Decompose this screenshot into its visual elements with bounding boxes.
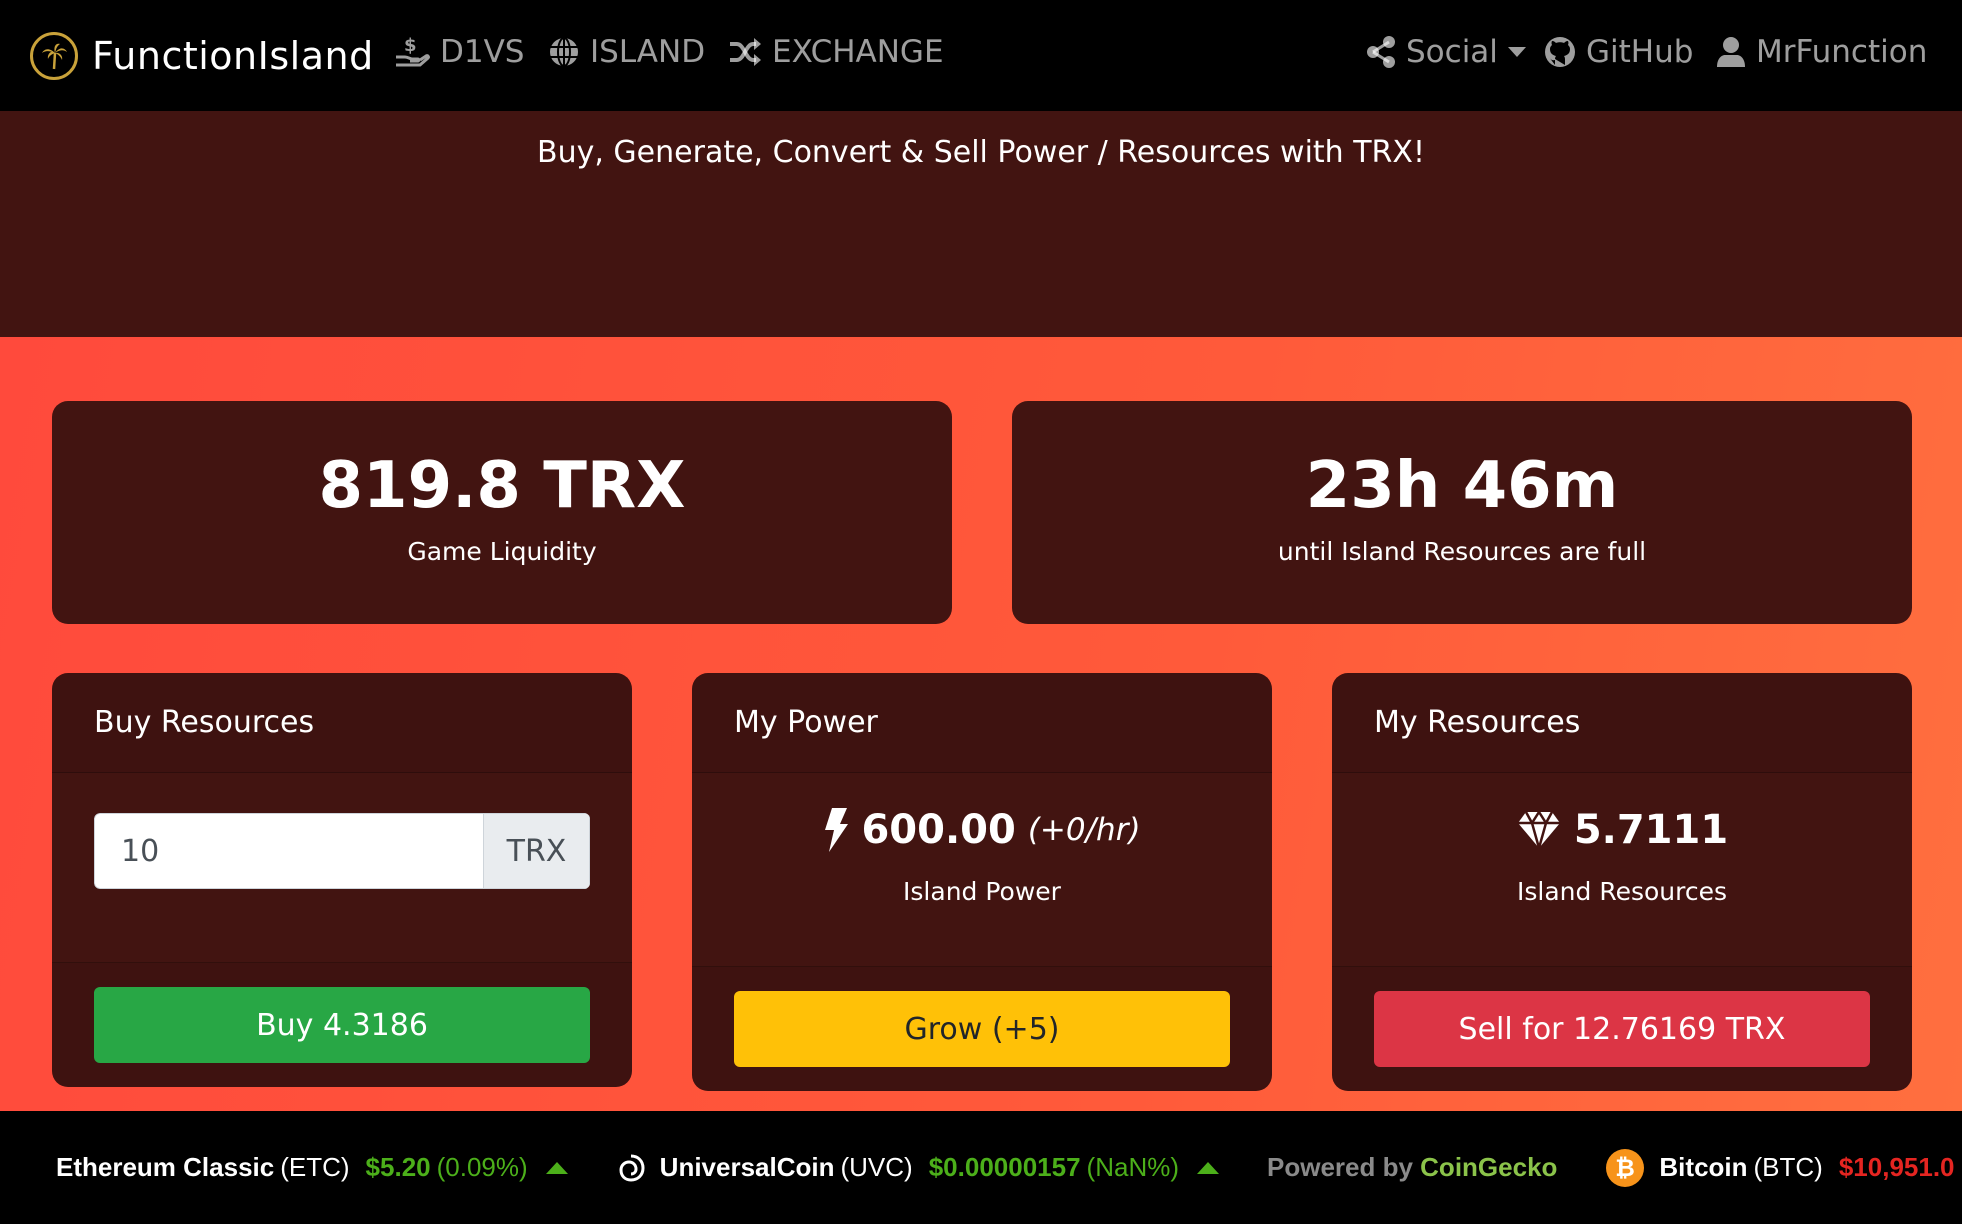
main-content: 819.8 TRX Game Liquidity 23h 46m until I… [0,337,1962,1111]
coin-name: Bitcoin [1659,1152,1748,1182]
hero-banner: Buy, Generate, Convert & Sell Power / Re… [0,111,1962,337]
hero-tagline: Buy, Generate, Convert & Sell Power / Re… [537,135,1425,170]
arrow-up-icon [545,1161,568,1174]
svg-text:$: $ [404,35,417,56]
nav-link-exchange[interactable]: EXCHANGE [728,34,944,70]
nav-link-github[interactable]: GitHub [1544,34,1693,70]
coin-change: (NaN%) [1086,1152,1179,1182]
sell-button[interactable]: Sell for 12.76169 TRX [1374,991,1870,1067]
nav-link-label: ISLAND [590,34,706,70]
power-value: 600.00 [861,807,1016,853]
my-resources-panel: My Resources 5.7111 Island Resources Sel… [1332,673,1912,1091]
resources-timer-label: until Island Resources are full [1277,537,1647,566]
nav-dropdown-social[interactable]: Social [1366,34,1526,70]
power-rate: (+0/hr) [1027,812,1141,848]
nav-link-user[interactable]: MrFunction [1716,34,1927,70]
game-liquidity-card: 819.8 TRX Game Liquidity [52,401,952,624]
chevron-down-icon [1507,47,1526,57]
nav-link-label: Social [1406,34,1498,70]
trx-unit-addon: TRX [484,813,590,889]
my-power-panel: My Power 600.00 (+0/hr) Island Power Gro… [692,673,1272,1091]
hand-dollar-icon: $ [396,35,430,67]
power-metric: 600.00 (+0/hr) Island Power [692,807,1272,906]
powered-prefix: Powered by [1267,1152,1421,1182]
nav-link-label: MrFunction [1756,34,1928,70]
nav-link-label: GitHub [1586,34,1694,70]
powered-by-coingecko[interactable]: Powered by CoinGecko [1267,1152,1557,1183]
ticker-item[interactable]: Ethereum Classic (ETC) $5.20 (0.09%) [56,1152,568,1183]
shuffle-icon [730,38,761,66]
palm-tree-logo-icon [30,32,78,80]
coin-name: UniversalCoin [659,1152,835,1182]
brand-link[interactable]: FunctionIsland [30,32,374,80]
trx-amount-group: 10 TRX [94,813,590,889]
coin-price: $10,951.0 [1838,1152,1955,1182]
buy-resources-panel: Buy Resources 10 TRX Buy 4.3186 [52,673,632,1087]
coin-change: (0.09%) [436,1152,528,1182]
ticker-item[interactable]: ₿ Bitcoin (BTC) $10,951.0 [1605,1148,1955,1188]
ticker-track: Ethereum Classic (ETC) $5.20 (0.09%) Uni… [56,1111,1962,1224]
game-liquidity-label: Game Liquidity [407,537,597,566]
github-icon [1545,37,1575,67]
game-liquidity-value: 819.8 TRX [318,449,686,523]
bolt-icon [825,808,849,852]
nav-link-d1vs[interactable]: $ D1VS [394,34,524,70]
coin-price: $5.20 [365,1152,431,1182]
panel-title: Buy Resources [52,673,632,773]
globe-icon [550,37,578,67]
price-ticker: Ethereum Classic (ETC) $5.20 (0.09%) Uni… [0,1111,1962,1224]
coin-price: $0.00000157 [928,1152,1081,1182]
arrow-up-icon [1197,1161,1219,1174]
resources-metric: 5.7111 Island Resources [1332,807,1912,906]
ticker-item[interactable]: UniversalCoin (UVC) $0.00000157 (NaN%) [616,1152,1219,1184]
trx-amount-input[interactable]: 10 [94,813,484,889]
resources-value: 5.7111 [1573,807,1729,853]
user-icon [1717,37,1745,67]
coin-symbol: (BTC) [1753,1152,1823,1182]
coingecko-link: CoinGecko [1420,1152,1558,1182]
resources-timer-value: 23h 46m [1305,449,1619,523]
share-icon [1367,36,1395,68]
navbar: FunctionIsland $ D1VS ISLAND EXCHANGE So… [0,0,1962,111]
resources-timer-card: 23h 46m until Island Resources are full [1012,401,1912,624]
resources-label: Island Resources [1517,877,1727,906]
bitcoin-logo-icon: ₿ [1606,1148,1645,1187]
brand-name: FunctionIsland [92,34,374,78]
svg-text:₿: ₿ [1616,1154,1636,1182]
grow-button[interactable]: Grow (+5) [734,991,1230,1067]
diamond-icon [1517,810,1560,849]
nav-link-label: D1VS [440,34,525,70]
nav-link-island[interactable]: ISLAND [548,34,705,70]
coin-symbol: (ETC) [280,1152,350,1182]
coin-name: Ethereum Classic [56,1152,275,1182]
panel-title: My Resources [1332,673,1912,773]
panel-title: My Power [692,673,1272,773]
buy-button[interactable]: Buy 4.3186 [94,987,590,1063]
power-label: Island Power [903,877,1061,906]
nav-link-label: EXCHANGE [772,34,944,70]
universalcoin-logo-icon [619,1154,645,1182]
coin-symbol: (UVC) [840,1152,913,1182]
